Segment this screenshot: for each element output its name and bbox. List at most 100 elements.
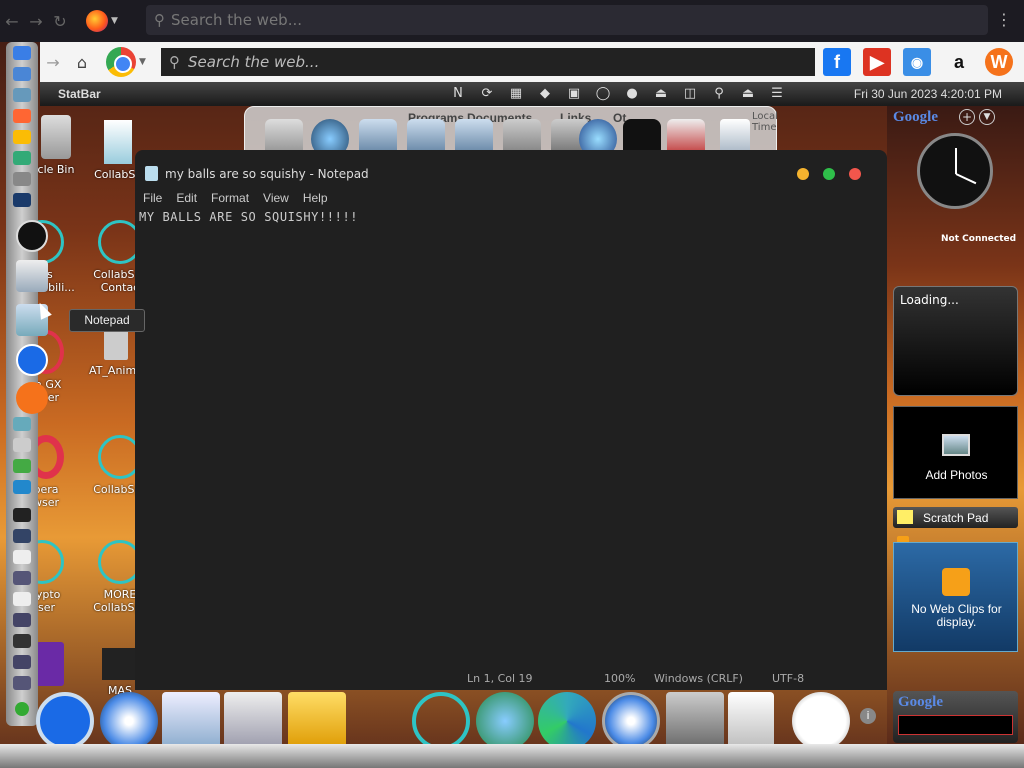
photos-gadget[interactable]: Add Photos (893, 406, 1018, 499)
windows-start-icon[interactable] (100, 692, 158, 750)
close-button[interactable] (849, 168, 861, 180)
terminal-icon[interactable] (13, 508, 31, 522)
file-explorer-icon[interactable] (288, 692, 346, 750)
firefox-icon[interactable] (13, 109, 31, 123)
text-editor[interactable]: MY BALLS ARE SO SQUISHY!!!!! (139, 210, 358, 224)
chrome-search-input[interactable]: ⚲ Search the web... (161, 48, 815, 76)
window-title: my balls are so squishy - Notepad (165, 167, 369, 181)
firefox-logo-icon[interactable] (86, 10, 108, 32)
info-icon[interactable]: i (860, 708, 876, 724)
w-app-icon[interactable]: W (985, 48, 1013, 76)
gamepad-icon[interactable]: ◉ (903, 48, 931, 76)
purple-app-icon[interactable] (36, 642, 64, 686)
forward-icon[interactable]: → (40, 53, 66, 72)
windows-logo-icon[interactable] (602, 692, 660, 750)
edge-icon[interactable] (538, 692, 596, 750)
menu-file[interactable]: File (143, 191, 162, 205)
reload-icon[interactable]: ↻ (48, 12, 72, 31)
app-icon[interactable] (13, 438, 31, 452)
w-app-icon[interactable] (16, 382, 48, 414)
firefox-toolbar: ← → ↻ ▼ ⚲ Search the web... ⋮ (0, 0, 1024, 42)
note-icon (897, 510, 913, 524)
download-globe-icon[interactable] (476, 692, 534, 750)
dock-label-local-time[interactable]: Local Time (752, 111, 778, 133)
warning-terminal-icon (102, 648, 138, 680)
chevron-down-icon[interactable]: ▼ (111, 16, 118, 26)
notepad-icon[interactable] (162, 692, 220, 750)
app-icon[interactable] (13, 417, 31, 431)
menu-format[interactable]: Format (211, 191, 249, 205)
game-icon[interactable]: ● (624, 86, 640, 102)
app-icon[interactable] (13, 676, 31, 690)
apple-icon[interactable] (16, 220, 48, 252)
wa-icon[interactable] (13, 151, 31, 165)
diamond-icon[interactable]: ◆ (537, 86, 553, 102)
chrome-search-placeholder: Search the web... (188, 53, 320, 71)
calculator-icon (104, 330, 128, 360)
ring-icon[interactable] (412, 692, 470, 750)
photo-icon (942, 434, 970, 456)
chrome-logo-icon[interactable] (106, 47, 136, 77)
back-icon[interactable]: ← (0, 12, 24, 31)
app-icon[interactable] (13, 592, 31, 606)
firefox-search-input[interactable]: ⚲ Search the web... (146, 5, 988, 35)
task-manager-icon[interactable] (224, 692, 282, 750)
search-icon[interactable]: ⚲ (711, 86, 727, 102)
monitor-icon[interactable] (16, 260, 48, 292)
network-icon[interactable] (666, 692, 724, 750)
clock-icon[interactable] (792, 692, 850, 750)
amazon-icon[interactable]: a (945, 48, 973, 76)
app-icon[interactable] (13, 459, 31, 473)
network-status: Not Connected (941, 234, 1017, 244)
finder-icon[interactable] (13, 46, 31, 60)
minimize-button[interactable] (797, 168, 809, 180)
statbar-icons: N ⟳ ▦ ◆ ▣ ◯ ● ⏏ ◫ ⚲ ⏏ ☰ (450, 86, 785, 102)
status-position: Ln 1, Col 19 (467, 672, 533, 685)
scratch-pad-label: Scratch Pad (923, 511, 989, 525)
menu-view[interactable]: View (263, 191, 289, 205)
notion-icon[interactable]: N (450, 86, 466, 102)
cube-icon[interactable]: ▣ (566, 86, 582, 102)
facebook-icon[interactable]: f (823, 48, 851, 76)
toggle-icon[interactable]: ☰ (769, 86, 785, 102)
recycle-bin-icon[interactable] (728, 692, 774, 750)
app-icon[interactable] (13, 655, 31, 669)
kebab-menu-icon[interactable]: ⋮ (996, 10, 1012, 29)
app-icon[interactable] (13, 613, 31, 627)
sidebar-icon[interactable]: ◫ (682, 86, 698, 102)
taskbar (0, 744, 1024, 768)
web-clips-text: No Web Clips for display. (911, 602, 1002, 629)
eject-circle-icon[interactable]: ⏏ (653, 86, 669, 102)
maximize-button[interactable] (823, 168, 835, 180)
forward-icon[interactable]: → (24, 12, 48, 31)
chevron-down-icon[interactable]: ▼ (979, 109, 995, 125)
app-icon[interactable] (13, 550, 31, 564)
folder-icon[interactable] (13, 88, 31, 102)
scratch-pad-gadget[interactable]: Scratch Pad (893, 507, 1018, 528)
launchpad-icon[interactable] (13, 67, 31, 81)
menu-edit[interactable]: Edit (176, 191, 197, 205)
app-circle-icon[interactable] (36, 692, 94, 750)
add-gadget-icon[interactable]: + (959, 109, 975, 125)
statbar-title: StatBar (58, 87, 101, 101)
sync-icon[interactable]: ⟳ (479, 86, 495, 102)
gadget-sidebar: Google + ▼ Not Connected Loading... Add … (887, 106, 1024, 744)
google-gadget-title: Google (893, 109, 938, 125)
app-icon[interactable] (13, 172, 31, 186)
photoshop-icon[interactable] (13, 193, 31, 207)
app-icon[interactable] (13, 571, 31, 585)
app-circle-icon[interactable] (16, 344, 48, 376)
edge-icon[interactable] (13, 480, 31, 494)
home-icon[interactable]: ⌂ (66, 53, 98, 72)
bottom-dock: i (0, 692, 1024, 752)
notepad-window: my balls are so squishy - Notepad File E… (135, 150, 887, 690)
eject-icon[interactable]: ⏏ (740, 86, 756, 102)
chevron-down-icon[interactable]: ▼ (139, 57, 146, 67)
chrome-icon[interactable] (13, 130, 31, 144)
app-icon[interactable] (13, 634, 31, 648)
app-icon[interactable] (13, 529, 31, 543)
menu-help[interactable]: Help (303, 191, 328, 205)
w-circle-icon[interactable]: ◯ (595, 86, 611, 102)
layers-icon[interactable]: ▦ (508, 86, 524, 102)
youtube-icon[interactable]: ▶ (863, 48, 891, 76)
